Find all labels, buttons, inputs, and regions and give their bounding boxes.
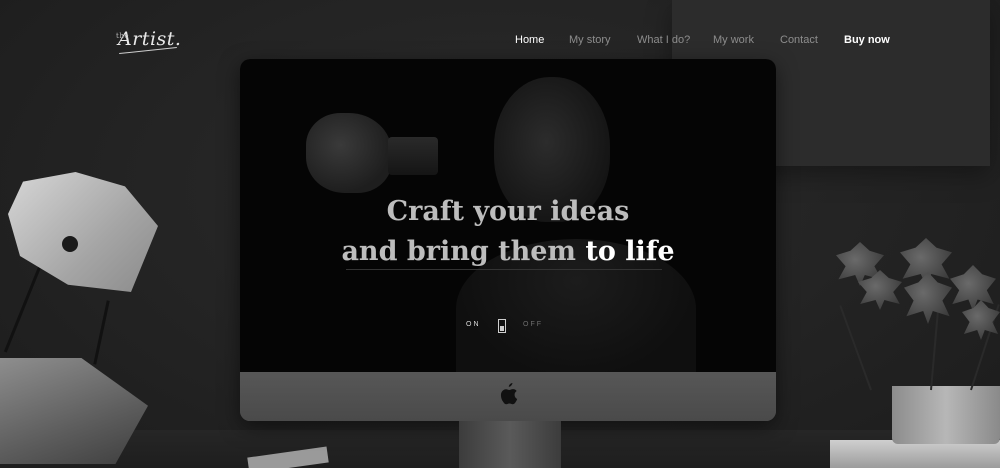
imac-monitor: Craft your ideas and bring them to life … — [240, 59, 776, 421]
camera-in-hand — [388, 137, 438, 175]
headline-line-1: Craft your ideas — [386, 196, 630, 227]
toggle-on-label: ON — [466, 321, 481, 328]
hero-scene: the Artist. Home My story What I do? My … — [0, 0, 1000, 468]
nav-item-my-work[interactable]: My work — [713, 34, 754, 46]
headline-line-2: and bring them to life — [240, 232, 776, 272]
plant-leaf — [858, 270, 902, 310]
plant-stem — [839, 305, 872, 391]
lamp-knob — [62, 236, 78, 252]
plant-leaf — [950, 265, 996, 311]
nav-item-what-i-do[interactable]: What I do? — [637, 34, 690, 46]
monitor-stand — [459, 421, 561, 468]
nav-item-buy-now[interactable]: Buy now — [844, 34, 890, 46]
lamp-shade — [8, 172, 158, 292]
nav-item-my-story[interactable]: My story — [569, 34, 611, 46]
headline-highlight: to life — [585, 236, 675, 267]
apple-logo-icon — [500, 383, 518, 405]
hero-headline: Craft your ideas and bring them to life — [240, 192, 776, 272]
plant-pot — [892, 386, 1000, 444]
lamp-arm-secondary — [93, 300, 110, 365]
toggle-off-label: OFF — [523, 321, 543, 328]
plant-leaf — [904, 272, 952, 324]
nav-item-contact[interactable]: Contact — [780, 34, 818, 46]
headline-underline — [346, 269, 662, 270]
book-stack — [830, 440, 1000, 468]
toggle-switch[interactable] — [498, 319, 506, 333]
person-hand — [306, 113, 392, 193]
nav-item-home[interactable]: Home — [515, 34, 544, 46]
headline-line-2-prefix: and bring them — [341, 236, 586, 267]
monitor-screen: Craft your ideas and bring them to life … — [240, 59, 776, 372]
light-toggle[interactable]: ON OFF — [466, 319, 546, 333]
logo-prefix: the — [116, 32, 129, 40]
